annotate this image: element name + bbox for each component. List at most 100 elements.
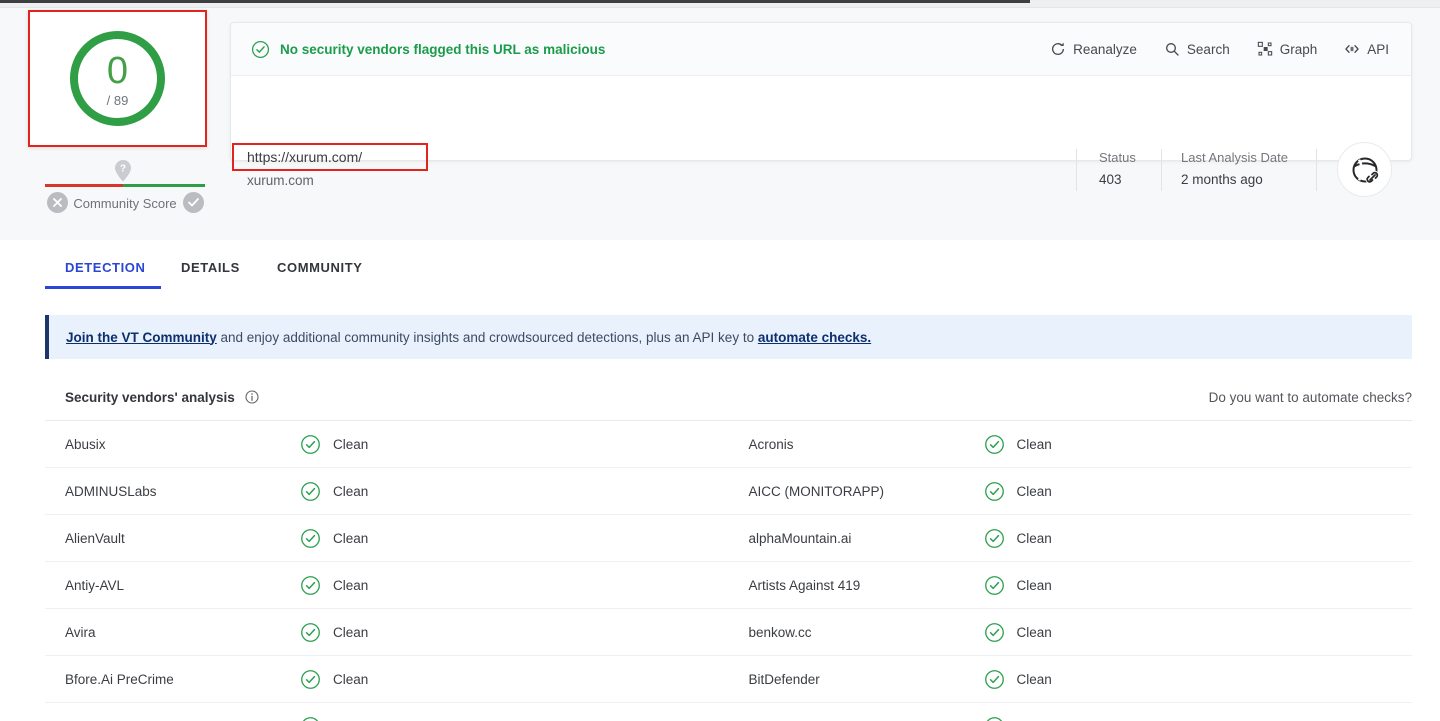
vendor-name: AICC (MONITORAPP) xyxy=(749,484,885,499)
vendor-verdict: Clean xyxy=(984,669,1052,690)
graph-button[interactable]: Graph xyxy=(1257,41,1318,57)
vendors-table: Abusix Clean Acronis xyxy=(45,421,1412,721)
vendor-cell: Antiy-AVL Clean xyxy=(45,562,729,608)
svg-text:?: ? xyxy=(120,164,126,175)
clean-check-icon xyxy=(984,716,1005,721)
vendors-title-text: Security vendors' analysis xyxy=(65,390,235,405)
table-row: Bfore.Ai PreCrime Clean BitDefender xyxy=(45,656,1412,703)
vendor-verdict xyxy=(984,716,1017,721)
vendor-verdict: Clean xyxy=(300,575,368,596)
score-total: / 89 xyxy=(107,93,129,108)
join-community-link[interactable]: Join the VT Community xyxy=(66,330,217,345)
community-bar-negative xyxy=(45,184,123,187)
vendor-cell: AlienVault Clean xyxy=(45,515,729,561)
vendor-verdict: Clean xyxy=(300,481,368,502)
last-analysis-value: 2 months ago xyxy=(1181,172,1263,187)
vendor-verdict: Clean xyxy=(300,669,368,690)
verdict-text: Clean xyxy=(1017,437,1052,452)
detection-score-card: 0 / 89 xyxy=(28,10,207,147)
vendor-name: BitDefender xyxy=(749,672,820,687)
vendor-verdict: Clean xyxy=(984,434,1052,455)
url-globe-badge[interactable] xyxy=(1337,142,1392,197)
verdict-banner: No security vendors flagged this URL as … xyxy=(231,23,1411,76)
header-body: https://xurum.com/ xurum.com Status 403 … xyxy=(231,76,1411,161)
verdict-text: Clean xyxy=(333,578,368,593)
vendor-verdict: Clean xyxy=(984,481,1052,502)
vendor-name: ADMINUSLabs xyxy=(65,484,157,499)
separator xyxy=(1076,149,1077,191)
vendor-verdict: Clean xyxy=(300,434,368,455)
verdict-message: No security vendors flagged this URL as … xyxy=(280,42,605,57)
clean-check-icon xyxy=(300,669,321,690)
graph-icon xyxy=(1257,41,1273,57)
globe-link-icon xyxy=(1348,153,1382,187)
status-value: 403 xyxy=(1099,172,1122,187)
verdict-text: Clean xyxy=(333,625,368,640)
header-card: No security vendors flagged this URL as … xyxy=(230,22,1412,161)
clean-check-icon xyxy=(300,481,321,502)
tab-detection[interactable]: DETECTION xyxy=(65,260,146,275)
vendor-name: alphaMountain.ai xyxy=(749,531,852,546)
active-tab-underline xyxy=(45,286,161,289)
table-row: ADMINUSLabs Clean AICC (MONITORAPP) xyxy=(45,468,1412,515)
vendor-verdict: Clean xyxy=(984,622,1052,643)
clean-check-icon xyxy=(984,669,1005,690)
vendor-name: Abusix xyxy=(65,437,106,452)
vendor-cell: Artists Against 419 Clean xyxy=(729,562,1413,608)
analyzed-domain[interactable]: xurum.com xyxy=(247,173,314,188)
api-button[interactable]: API xyxy=(1344,41,1389,57)
clean-check-icon xyxy=(300,716,321,721)
separator xyxy=(1316,149,1317,191)
vendor-verdict: Clean xyxy=(300,528,368,549)
clean-check-icon xyxy=(984,481,1005,502)
vendor-cell: BitDefender Clean xyxy=(729,656,1413,702)
vendor-name: AlienVault xyxy=(65,531,125,546)
vendor-name: Acronis xyxy=(749,437,794,452)
verdict-text: Clean xyxy=(1017,672,1052,687)
vendor-cell: AICC (MONITORAPP) Clean xyxy=(729,468,1413,514)
community-score-label: Community Score xyxy=(45,193,205,214)
join-banner-text: and enjoy additional community insights … xyxy=(217,330,758,345)
toolbar: Reanalyze Search xyxy=(1050,41,1389,57)
automate-checks-link[interactable]: automate checks. xyxy=(758,330,871,345)
clean-check-icon xyxy=(300,434,321,455)
verdict-check-icon xyxy=(251,40,270,59)
community-score-pin-icon: ? xyxy=(114,159,132,182)
vendor-cell xyxy=(729,703,1413,721)
last-analysis-label: Last Analysis Date xyxy=(1181,150,1288,165)
vendor-name: Bfore.Ai PreCrime xyxy=(65,672,174,687)
vendor-name: Antiy-AVL xyxy=(65,578,124,593)
table-row xyxy=(45,703,1412,721)
join-vt-banner: Join the VT Community and enjoy addition… xyxy=(45,315,1412,359)
table-row: Abusix Clean Acronis xyxy=(45,421,1412,468)
clean-check-icon xyxy=(984,434,1005,455)
vendor-cell: ADMINUSLabs Clean xyxy=(45,468,729,514)
tab-details[interactable]: DETAILS xyxy=(181,260,240,275)
api-icon xyxy=(1344,41,1360,57)
search-button[interactable]: Search xyxy=(1164,41,1230,57)
separator xyxy=(1161,149,1162,191)
vendor-verdict xyxy=(300,716,333,721)
clean-check-icon xyxy=(984,622,1005,643)
vendor-verdict: Clean xyxy=(300,622,368,643)
verdict-text: Clean xyxy=(333,484,368,499)
analyzed-url[interactable]: https://xurum.com/ xyxy=(247,149,362,165)
search-icon xyxy=(1164,41,1180,57)
verdict-text: Clean xyxy=(1017,484,1052,499)
info-icon[interactable] xyxy=(244,389,260,405)
vendor-cell: benkow.cc Clean xyxy=(729,609,1413,655)
vendor-cell: Bfore.Ai PreCrime Clean xyxy=(45,656,729,702)
graph-label: Graph xyxy=(1280,42,1318,57)
vendor-name: Artists Against 419 xyxy=(749,578,861,593)
tab-community[interactable]: COMMUNITY xyxy=(277,260,363,275)
verdict-text: Clean xyxy=(333,531,368,546)
vendor-cell: Avira Clean xyxy=(45,609,729,655)
vendor-name: benkow.cc xyxy=(749,625,812,640)
reanalyze-icon xyxy=(1050,41,1066,57)
verdict-text: Clean xyxy=(333,672,368,687)
search-label: Search xyxy=(1187,42,1230,57)
score-value: 0 xyxy=(107,52,128,90)
reanalyze-button[interactable]: Reanalyze xyxy=(1050,41,1137,57)
clean-check-icon xyxy=(984,528,1005,549)
vendors-analysis-title: Security vendors' analysis xyxy=(65,389,260,405)
